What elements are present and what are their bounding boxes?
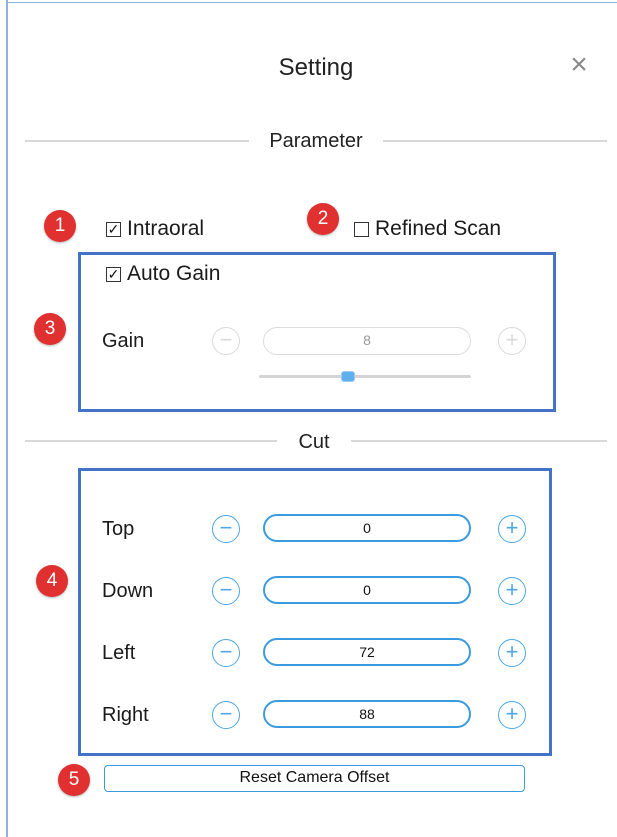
auto-gain-check-icon: ✓ [106,266,121,282]
refined-scan-label: Refined Scan [375,217,502,240]
parameter-divider-right [383,140,607,142]
cut-divider-left [25,440,277,442]
refined-scan-box-icon [354,221,369,237]
cut-top-minus-button[interactable]: − [212,515,240,543]
cut-right-plus-button[interactable]: + [498,701,526,729]
annotation-badge-4: 4 [36,565,68,597]
cut-divider-right [351,440,607,442]
refined-scan-checkbox[interactable]: Refined Scan [354,217,501,241]
cut-left-minus-button[interactable]: − [212,639,240,667]
gain-label: Gain [102,330,145,352]
parameter-divider-left [25,140,249,142]
gain-slider-track[interactable] [259,375,471,378]
gain-value-field[interactable]: 8 [263,327,471,355]
cut-left-plus-button[interactable]: + [498,639,526,667]
reset-camera-offset-button[interactable]: Reset Camera Offset [104,765,525,792]
cut-top-plus-button[interactable]: + [498,515,526,543]
auto-gain-checkbox[interactable]: ✓ Auto Gain [106,262,220,286]
auto-gain-label: Auto Gain [127,262,221,285]
window-top-border [6,2,617,3]
annotation-badge-2: 2 [307,203,339,235]
cut-left-label: Left [102,642,136,664]
window-left-border [6,0,8,837]
gain-minus-button[interactable]: − [212,327,240,355]
cut-right-field[interactable]: 88 [263,700,471,728]
intraoral-checkbox[interactable]: ✓ Intraoral [106,217,204,241]
annotation-badge-1: 1 [44,210,76,242]
cut-right-minus-button[interactable]: − [212,701,240,729]
intraoral-label: Intraoral [127,217,205,240]
cut-down-field[interactable]: 0 [263,576,471,604]
parameter-section-title: Parameter [269,130,363,152]
annotation-badge-3: 3 [34,313,66,345]
cut-top-field[interactable]: 0 [263,514,471,542]
close-icon[interactable]: × [566,50,592,80]
gain-plus-button[interactable]: + [498,327,526,355]
dialog-title: Setting [278,54,354,81]
cut-section-title: Cut [298,431,330,453]
cut-right-label: Right [102,704,149,726]
annotation-badge-5: 5 [58,764,90,796]
cut-down-minus-button[interactable]: − [212,577,240,605]
cut-left-field[interactable]: 72 [263,638,471,666]
cut-down-plus-button[interactable]: + [498,577,526,605]
cut-top-label: Top [102,518,135,540]
gain-slider-thumb[interactable] [341,371,356,382]
intraoral-check-icon: ✓ [106,221,121,237]
cut-down-label: Down [102,580,154,602]
